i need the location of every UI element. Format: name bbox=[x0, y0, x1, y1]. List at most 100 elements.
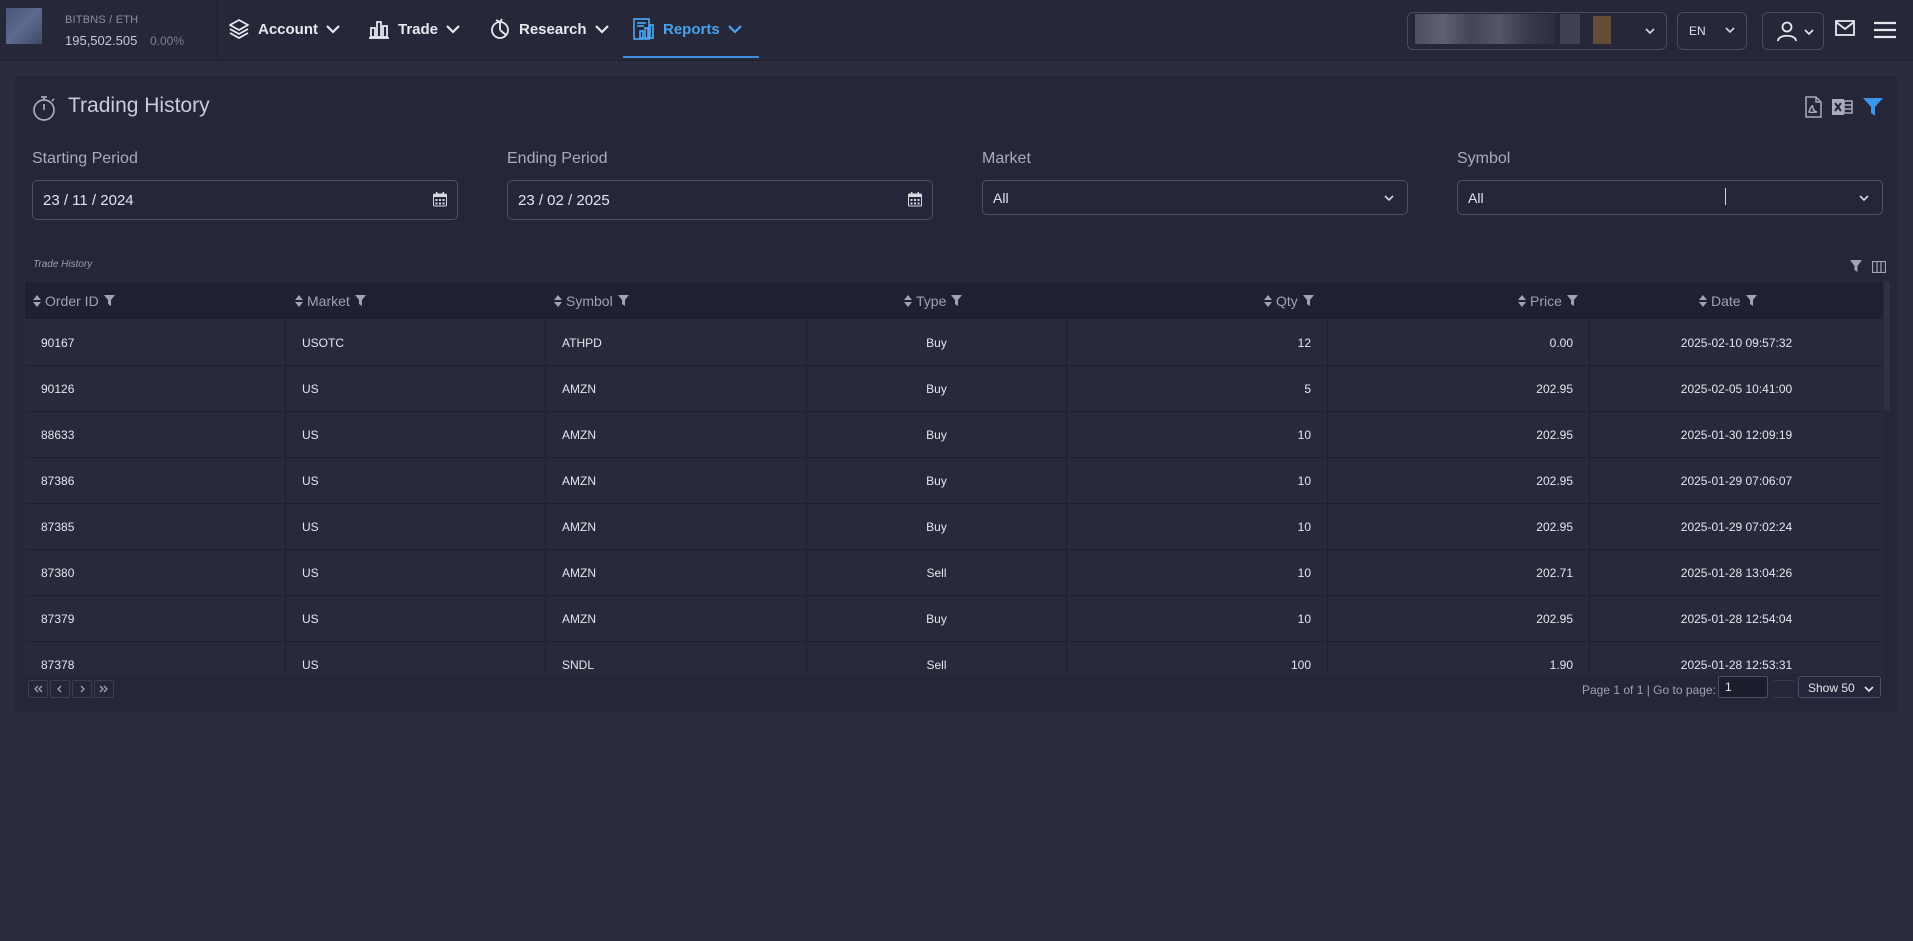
account-pair: BITBNS / ETH bbox=[65, 14, 139, 26]
market-value: All bbox=[993, 190, 1009, 206]
divider bbox=[216, 0, 217, 60]
page-count: Page 1 of 1 bbox=[1582, 683, 1644, 697]
cell-price: 202.95 bbox=[1328, 366, 1590, 411]
active-nav-underline bbox=[623, 56, 759, 58]
sort-icon[interactable] bbox=[1518, 294, 1526, 307]
sort-icon[interactable] bbox=[1699, 294, 1707, 307]
cell-price: 0.00 bbox=[1328, 320, 1590, 365]
table-row[interactable]: 87386 US AMZN Buy 10 202.95 2025-01-29 0… bbox=[25, 458, 1883, 504]
chevron-left-icon bbox=[57, 685, 62, 693]
cell-type: Sell bbox=[807, 550, 1067, 595]
column-header-date[interactable]: Date bbox=[1699, 282, 1757, 319]
symbol-select[interactable]: All bbox=[1457, 180, 1883, 215]
previous-page-button[interactable] bbox=[50, 680, 70, 698]
chevron-down-icon bbox=[1644, 24, 1656, 42]
goto-page-input[interactable]: 1 bbox=[1718, 676, 1768, 698]
nav-research[interactable]: Research bbox=[487, 0, 609, 58]
nav-account-label: Account bbox=[258, 20, 318, 38]
filter-icon[interactable] bbox=[1862, 96, 1884, 123]
page-size-select[interactable]: Show 50 bbox=[1798, 676, 1881, 698]
filter-icon[interactable] bbox=[1302, 295, 1314, 306]
cell-date: 2025-01-28 12:54:04 bbox=[1680, 611, 1793, 626]
sort-icon[interactable] bbox=[554, 294, 562, 307]
filter-icon[interactable] bbox=[354, 295, 366, 306]
table-row[interactable]: 87385 US AMZN Buy 10 202.95 2025-01-29 0… bbox=[25, 504, 1883, 550]
columns-icon[interactable] bbox=[1871, 260, 1887, 278]
column-header-price[interactable]: Price bbox=[1518, 282, 1578, 319]
cell-date: 2025-02-05 10:41:00 bbox=[1680, 381, 1793, 396]
market-select[interactable]: All bbox=[982, 180, 1408, 215]
stopwatch-icon bbox=[31, 94, 57, 127]
sort-icon[interactable] bbox=[295, 294, 303, 307]
column-header-order-id[interactable]: Order ID bbox=[33, 282, 115, 319]
cell-type: Sell bbox=[807, 642, 1067, 673]
cell-symbol: AMZN bbox=[546, 366, 807, 411]
bar-chart-icon bbox=[366, 16, 392, 42]
filter-icon[interactable] bbox=[1566, 295, 1578, 306]
brand-logo[interactable] bbox=[6, 8, 42, 44]
mail-icon[interactable] bbox=[1834, 18, 1856, 43]
page-title: Trading History bbox=[68, 94, 210, 117]
cell-market: US bbox=[286, 550, 546, 595]
column-header-qty[interactable]: Qty bbox=[1264, 282, 1314, 319]
starting-period-input[interactable]: 23 / 11 / 2024 bbox=[32, 180, 458, 220]
column-header-market[interactable]: Market bbox=[295, 282, 366, 319]
hamburger-menu-icon[interactable] bbox=[1873, 20, 1897, 45]
sort-icon[interactable] bbox=[33, 294, 41, 307]
calendar-icon[interactable] bbox=[433, 192, 447, 212]
grid-scrollbar[interactable] bbox=[1884, 281, 1890, 411]
cell-order-id: 87386 bbox=[25, 458, 286, 503]
cell-date: 2025-01-28 12:53:31 bbox=[1680, 657, 1793, 672]
filter-icon[interactable] bbox=[617, 295, 629, 306]
language-selector[interactable]: EN bbox=[1677, 12, 1747, 50]
nav-reports[interactable]: Reports bbox=[631, 0, 742, 58]
cell-price: 202.95 bbox=[1328, 504, 1590, 549]
table-row[interactable]: 87379 US AMZN Buy 10 202.95 2025-01-28 1… bbox=[25, 596, 1883, 642]
last-page-button[interactable] bbox=[94, 680, 114, 698]
chevron-right-icon bbox=[80, 685, 85, 693]
table-row[interactable]: 90126 US AMZN Buy 5 202.95 2025-02-05 10… bbox=[25, 366, 1883, 412]
filter-icon[interactable] bbox=[103, 295, 115, 306]
filter-icon[interactable] bbox=[1745, 295, 1757, 306]
cell-market: USOTC bbox=[286, 320, 546, 365]
column-header-type[interactable]: Type bbox=[904, 282, 963, 319]
starting-period-value: 23 / 11 / 2024 bbox=[43, 192, 134, 209]
cell-type: Buy bbox=[807, 504, 1067, 549]
cell-order-id: 90126 bbox=[25, 366, 286, 411]
cell-date: 2025-02-10 09:57:32 bbox=[1680, 335, 1793, 350]
cell-type: Buy bbox=[807, 412, 1067, 457]
filter-icon[interactable] bbox=[1849, 259, 1863, 278]
sort-icon[interactable] bbox=[904, 294, 912, 307]
cell-order-id: 87378 bbox=[25, 642, 286, 673]
nav-trade[interactable]: Trade bbox=[366, 0, 460, 58]
user-menu-button[interactable] bbox=[1762, 12, 1824, 50]
filter-icon[interactable] bbox=[951, 295, 963, 306]
column-header-label: Market bbox=[307, 292, 350, 309]
table-row[interactable]: 87378 US SNDL Sell 100 1.90 2025-01-28 1… bbox=[25, 642, 1883, 673]
calendar-icon[interactable] bbox=[908, 192, 922, 212]
goto-page-label: | Go to page: bbox=[1646, 683, 1716, 697]
pdf-export-icon[interactable] bbox=[1803, 96, 1823, 123]
column-header-symbol[interactable]: Symbol bbox=[554, 282, 629, 319]
table-row[interactable]: 87380 US AMZN Sell 10 202.71 2025-01-28 … bbox=[25, 550, 1883, 596]
excel-export-icon[interactable] bbox=[1831, 96, 1853, 123]
redacted-account-name bbox=[1560, 14, 1580, 44]
ending-period-input[interactable]: 23 / 02 / 2025 bbox=[507, 180, 933, 220]
cell-market: US bbox=[286, 504, 546, 549]
chevron-down-icon bbox=[326, 24, 340, 34]
cell-market: US bbox=[286, 642, 546, 673]
first-page-button[interactable] bbox=[28, 680, 48, 698]
table-row[interactable]: 90167 USOTC ATHPD Buy 12 0.00 2025-02-10… bbox=[25, 320, 1883, 366]
cell-date: 2025-01-29 07:06:07 bbox=[1680, 473, 1793, 488]
cell-price: 202.95 bbox=[1328, 596, 1590, 641]
table-row[interactable]: 88633 US AMZN Buy 10 202.95 2025-01-30 1… bbox=[25, 412, 1883, 458]
cell-qty: 12 bbox=[1067, 320, 1328, 365]
column-header-label: Type bbox=[916, 292, 947, 309]
next-page-button[interactable] bbox=[72, 680, 92, 698]
sort-icon[interactable] bbox=[1264, 294, 1272, 307]
account-balance: 195,502.505 bbox=[65, 33, 138, 48]
nav-account[interactable]: Account bbox=[226, 0, 340, 58]
cell-qty: 5 bbox=[1067, 366, 1328, 411]
cell-qty: 10 bbox=[1067, 504, 1328, 549]
chevron-down-icon bbox=[446, 24, 460, 34]
